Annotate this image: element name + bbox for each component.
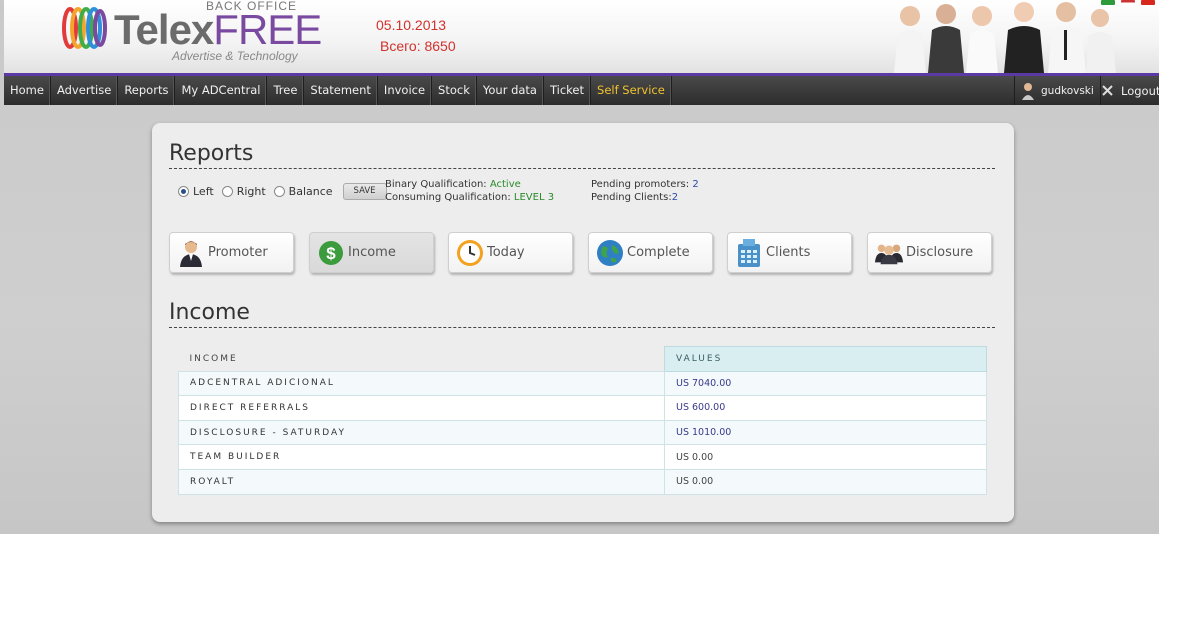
save-button[interactable]: SAVE: [342, 183, 387, 200]
nav-advertise[interactable]: Advertise: [51, 76, 119, 105]
income-table-header: INCOME VALUES: [178, 346, 987, 372]
tile-complete[interactable]: Complete: [588, 232, 713, 273]
nav-user[interactable]: gudkovski: [1014, 76, 1101, 105]
binary-value: Active: [489, 179, 521, 190]
tile-promoter-label: Promoter: [208, 245, 268, 260]
nav-your-data[interactable]: Your data: [477, 76, 544, 105]
header-date: 05.10.2013: [376, 17, 447, 33]
clock-icon: [455, 238, 485, 268]
row-value: US 0.00: [664, 468, 987, 495]
flag-es-icon[interactable]: [1141, 0, 1155, 5]
row-label: ROYALT: [178, 468, 665, 495]
row-value: US 600.00: [664, 395, 987, 421]
username: gudkovski: [1041, 84, 1094, 97]
header-values: VALUES: [664, 346, 987, 372]
nav-reports[interactable]: Reports: [118, 76, 176, 105]
reports-divider: [169, 168, 995, 169]
reports-panel: Reports Left Right Balance SAVE Binary Q…: [152, 123, 1014, 522]
screen: BACK OFFICE TelexFREE Advertise & Techno…: [0, 0, 1159, 534]
consuming-label: Consuming Qualification:: [385, 192, 511, 203]
pending-clients-value: 2: [671, 192, 679, 203]
header-total: Всего: 8650: [380, 38, 456, 54]
brand-accent: FREE: [213, 6, 322, 53]
team-photo: [894, 2, 1116, 73]
row-value: US 1010.00: [664, 419, 987, 446]
pending-promoters: Pending promoters: 2: [591, 178, 699, 191]
radio-right[interactable]: [221, 186, 233, 197]
nav-tree[interactable]: Tree: [267, 76, 305, 105]
binary-label: Binary Qualification:: [385, 179, 487, 190]
table-row: DISCLOSURE - SATURDAY US 1010.00: [178, 419, 987, 446]
pending-info: Pending promoters: 2 Pending Clients:2: [591, 178, 699, 204]
qualification-info: Binary Qualification: Active Consuming Q…: [385, 178, 554, 204]
row-label: DIRECT REFERRALS: [178, 395, 665, 421]
nav-self-service[interactable]: Self Service: [591, 76, 672, 105]
table-row: DIRECT REFERRALS US 600.00: [178, 395, 987, 421]
dollar-icon: $: [316, 238, 346, 268]
income-divider: [169, 327, 995, 328]
pending-promoters-value: 2: [692, 179, 699, 190]
radio-balance-label: Balance: [288, 185, 333, 198]
svg-text:$: $: [326, 244, 336, 263]
radio-balance[interactable]: [273, 186, 285, 197]
tile-today-label: Today: [487, 245, 525, 260]
tile-disclosure[interactable]: Disclosure: [867, 232, 992, 273]
nav-my-adcentral[interactable]: My ADCentral: [175, 76, 268, 105]
tile-clients[interactable]: Clients: [727, 232, 852, 273]
income-title: Income: [169, 300, 250, 325]
language-flags: [1101, 0, 1155, 5]
table-row: ADCENTRAL ADICIONAL US 7040.00: [178, 370, 987, 397]
nav-statement[interactable]: Statement: [304, 76, 378, 105]
row-label: ADCENTRAL ADICIONAL: [178, 370, 665, 397]
header: BACK OFFICE TelexFREE Advertise & Techno…: [4, 0, 1159, 73]
row-label: TEAM BUILDER: [178, 444, 665, 470]
logout-button[interactable]: Logout: [1096, 76, 1159, 105]
nav-stock[interactable]: Stock: [432, 76, 477, 105]
promoter-icon: [176, 238, 206, 268]
tile-today[interactable]: Today: [448, 232, 573, 273]
logo-mark-icon: [62, 7, 107, 49]
pending-clients-label: Pending Clients:: [591, 192, 672, 203]
radio-right-label: Right: [236, 185, 266, 198]
main-nav: Home Advertise Reports My ADCentral Tree…: [4, 73, 1159, 105]
calculator-icon: [734, 238, 764, 268]
nav-invoice[interactable]: Invoice: [378, 76, 433, 105]
tile-disclosure-label: Disclosure: [906, 245, 974, 260]
radio-left[interactable]: [178, 186, 189, 197]
close-icon: [1102, 85, 1113, 96]
nav-ticket[interactable]: Ticket: [544, 76, 592, 105]
tile-clients-label: Clients: [766, 245, 811, 260]
binary-qualification: Binary Qualification: Active: [385, 178, 554, 191]
globe-icon: [595, 238, 625, 268]
flag-us-icon[interactable]: [1121, 0, 1135, 5]
row-label: DISCLOSURE - SATURDAY: [178, 419, 665, 446]
table-row: TEAM BUILDER US 0.00: [178, 444, 987, 470]
group-icon: [874, 238, 904, 268]
tile-income-label: Income: [348, 245, 396, 260]
logout-label: Logout: [1121, 83, 1159, 98]
tile-promoter[interactable]: Promoter: [169, 232, 294, 273]
income-table: INCOME VALUES ADCENTRAL ADICIONAL US 704…: [178, 346, 987, 495]
consuming-qualification: Consuming Qualification: LEVEL 3: [385, 191, 554, 204]
telexfree-logo[interactable]: BACK OFFICE TelexFREE Advertise & Techno…: [56, 0, 322, 66]
row-value: US 0.00: [664, 444, 987, 470]
radio-left-label: Left: [193, 185, 214, 198]
brand-main: Telex: [114, 6, 214, 53]
nav-home[interactable]: Home: [4, 76, 51, 105]
side-options: Left Right Balance SAVE: [178, 183, 387, 200]
user-avatar-icon: [1022, 82, 1034, 100]
tile-income[interactable]: $ Income: [309, 232, 434, 273]
brand-tagline: Advertise & Technology: [172, 49, 298, 63]
row-value: US 7040.00: [664, 370, 987, 397]
table-row: ROYALT US 0.00: [178, 468, 987, 495]
consuming-value: LEVEL 3: [513, 192, 555, 203]
pending-promoters-label: Pending promoters:: [591, 179, 690, 190]
flag-br-icon[interactable]: [1101, 0, 1115, 5]
reports-title: Reports: [169, 141, 254, 166]
brand-name: TelexFREE: [114, 6, 322, 54]
header-income: INCOME: [178, 346, 665, 372]
tile-complete-label: Complete: [627, 245, 690, 260]
pending-clients: Pending Clients:2: [591, 191, 699, 204]
